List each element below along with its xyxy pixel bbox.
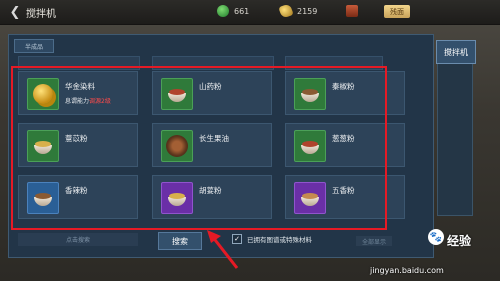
annotation-arrow-icon [207, 230, 239, 269]
watermark-url: jingyan.baidu.com [370, 266, 444, 275]
baidu-paw-icon: 🐾 [428, 229, 444, 245]
watermark-title: 经验 [447, 234, 472, 248]
